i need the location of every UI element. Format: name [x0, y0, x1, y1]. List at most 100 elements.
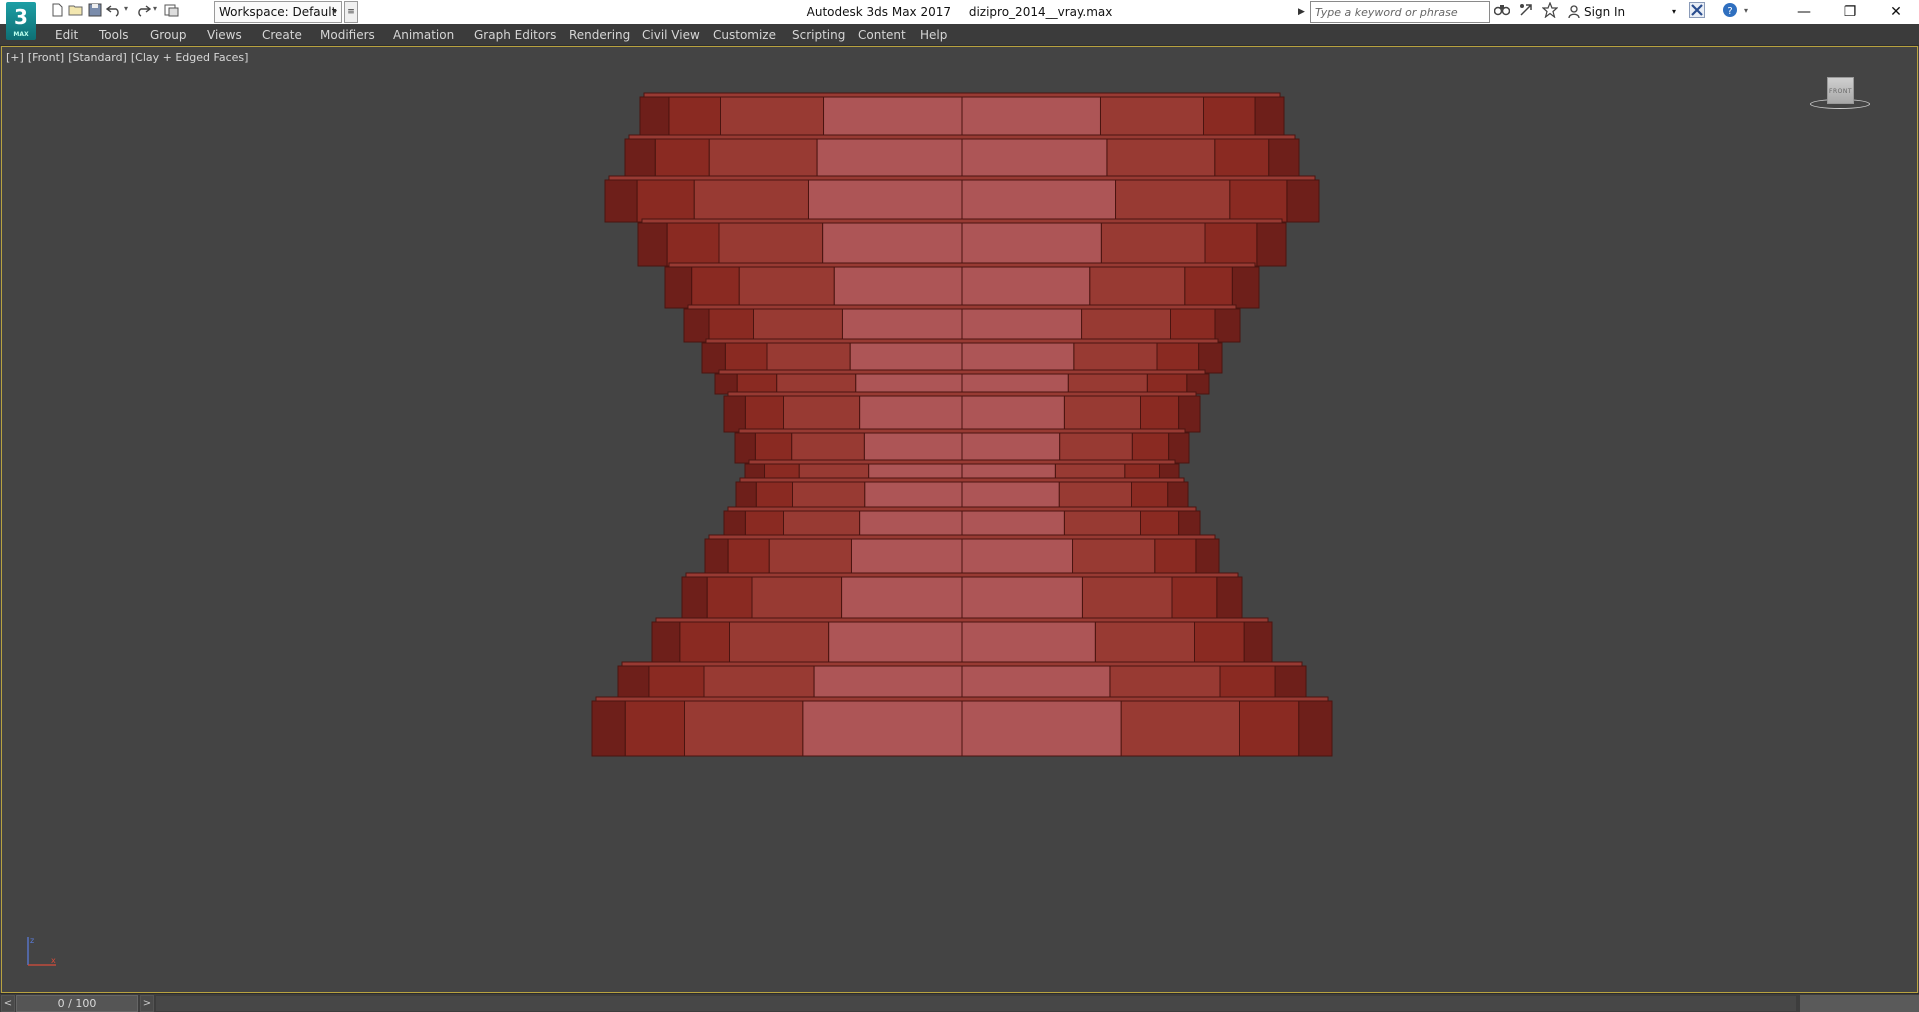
new-file-icon[interactable]: [48, 3, 66, 21]
viewport-menu-label[interactable]: [+]: [6, 51, 24, 64]
vase-brick: [648, 665, 705, 701]
time-slider-bar: < 0 / 100 >: [0, 993, 1919, 1012]
vase-brick: [823, 96, 963, 138]
vase-brick: [1203, 96, 1256, 138]
communication-center-icon[interactable]: [1516, 2, 1536, 22]
vase-brick: [1072, 538, 1156, 577]
vase-brick: [1198, 342, 1223, 374]
time-slider-end: [1800, 995, 1919, 1012]
vase-brick: [1298, 700, 1333, 757]
app-logo-icon[interactable]: 3 MAX: [6, 2, 36, 40]
vase-brick: [617, 665, 650, 701]
vase-brick: [654, 138, 710, 179]
vase-brick: [751, 576, 843, 622]
vase-ring-bevel: [641, 218, 1283, 224]
undo-dropdown-icon[interactable]: ▾: [124, 4, 128, 13]
vase-brick: [961, 432, 1061, 464]
viewport-point-of-view-label[interactable]: [Front]: [28, 51, 64, 64]
vase-brick: [1274, 665, 1307, 701]
binoculars-icon[interactable]: [1492, 2, 1512, 22]
vase-brick: [708, 308, 755, 343]
time-slider-track[interactable]: [156, 996, 1796, 1011]
vase-brick: [1089, 266, 1186, 309]
vase-brick: [1058, 481, 1133, 511]
prev-frame-button[interactable]: <: [1, 995, 15, 1012]
vase-brick: [776, 373, 857, 395]
menu-views[interactable]: Views: [207, 24, 242, 46]
undo-icon[interactable]: [105, 3, 123, 21]
vase-brick: [813, 665, 963, 701]
menu-scripting[interactable]: Scripting: [792, 24, 845, 46]
next-frame-button[interactable]: >: [140, 995, 154, 1012]
menu-edit[interactable]: Edit: [55, 24, 78, 46]
minimize-icon[interactable]: —: [1781, 0, 1827, 24]
menu-customize[interactable]: Customize: [713, 24, 776, 46]
menu-tools[interactable]: Tools: [99, 24, 129, 46]
close-icon[interactable]: ✕: [1873, 0, 1919, 24]
menu-modifiers[interactable]: Modifiers: [320, 24, 375, 46]
vase-brick: [664, 266, 693, 309]
menu-help[interactable]: Help: [920, 24, 947, 46]
viewport-mode-label[interactable]: [Standard]: [68, 51, 127, 64]
help-dropdown-icon[interactable]: ▾: [1744, 6, 1748, 15]
vase-brick: [961, 308, 1083, 343]
vase-brick: [744, 510, 784, 539]
menu-civil-view[interactable]: Civil View: [642, 24, 700, 46]
vase-brick: [1184, 266, 1233, 309]
menu-group[interactable]: Group: [150, 24, 187, 46]
menu-rendering[interactable]: Rendering: [569, 24, 630, 46]
vase-brick: [1081, 576, 1173, 622]
app-window: 3 MAX ▾ ▾ Workspace: Default ▾ ≡ Autodes…: [0, 0, 1919, 1012]
vase-brick: [1146, 373, 1188, 395]
vase-brick: [591, 700, 626, 757]
vase-model[interactable]: [2, 47, 1918, 993]
vase-brick: [684, 700, 804, 757]
open-folder-icon[interactable]: [67, 3, 85, 21]
vase-brick: [1081, 308, 1172, 343]
viewport-label[interactable]: [+] [Front] [Standard] [Clay + Edged Faces]: [6, 51, 252, 64]
menu-animation[interactable]: Animation: [393, 24, 454, 46]
search-expand-icon[interactable]: ▶: [1298, 4, 1308, 20]
vase-ring-bevel: [685, 572, 1239, 578]
vase-ring-bevel: [608, 175, 1316, 181]
redo-icon[interactable]: [134, 3, 152, 21]
menu-create[interactable]: Create: [262, 24, 302, 46]
vase-brick: [683, 308, 710, 343]
viewcube-front-face[interactable]: FRONT: [1827, 77, 1854, 104]
vase-brick: [859, 510, 963, 539]
viewport-shading-label[interactable]: [Clay + Edged Faces]: [131, 51, 249, 64]
vase-brick: [961, 538, 1074, 577]
save-icon[interactable]: [86, 3, 104, 21]
autodesk-exchange-icon[interactable]: [1687, 2, 1707, 22]
viewcube[interactable]: FRONT: [1810, 77, 1870, 127]
sign-in-button[interactable]: Sign In ▾: [1568, 0, 1676, 24]
search-input[interactable]: [1310, 1, 1490, 23]
vase-brick: [833, 266, 963, 309]
chevron-down-icon: ▾: [332, 7, 337, 16]
redo-dropdown-icon[interactable]: ▾: [153, 4, 157, 13]
vase-brick: [1131, 481, 1169, 511]
vase-ring-bevel: [655, 617, 1269, 623]
file-name: dizipro_2014__vray.max: [968, 5, 1113, 19]
workspace-menu-button[interactable]: ≡: [344, 1, 358, 23]
vase-ring-bevel: [643, 92, 1281, 98]
help-icon[interactable]: ?: [1720, 2, 1740, 22]
vase-ring-bevel: [621, 661, 1303, 667]
menu-graph-editors[interactable]: Graph Editors: [474, 24, 556, 46]
restore-icon[interactable]: ❐: [1827, 0, 1873, 24]
workspace-dropdown[interactable]: Workspace: Default ▾: [214, 1, 342, 23]
menu-content[interactable]: Content: [858, 24, 906, 46]
vase-brick: [791, 432, 865, 464]
vase-brick: [961, 621, 1096, 666]
vase-brick: [1170, 308, 1216, 343]
chevron-down-icon: ▾: [1672, 7, 1677, 16]
vase-brick: [718, 222, 824, 267]
favorites-star-icon[interactable]: [1540, 1, 1560, 22]
vase-brick: [841, 576, 963, 622]
vase-brick: [1100, 222, 1206, 267]
front-viewport[interactable]: [+] [Front] [Standard] [Clay + Edged Faces]…: [1, 46, 1918, 993]
vase-brick: [701, 342, 726, 374]
project-folder-icon[interactable]: [163, 3, 181, 21]
time-slider-thumb[interactable]: 0 / 100: [16, 995, 138, 1012]
vase-brick: [706, 576, 753, 622]
